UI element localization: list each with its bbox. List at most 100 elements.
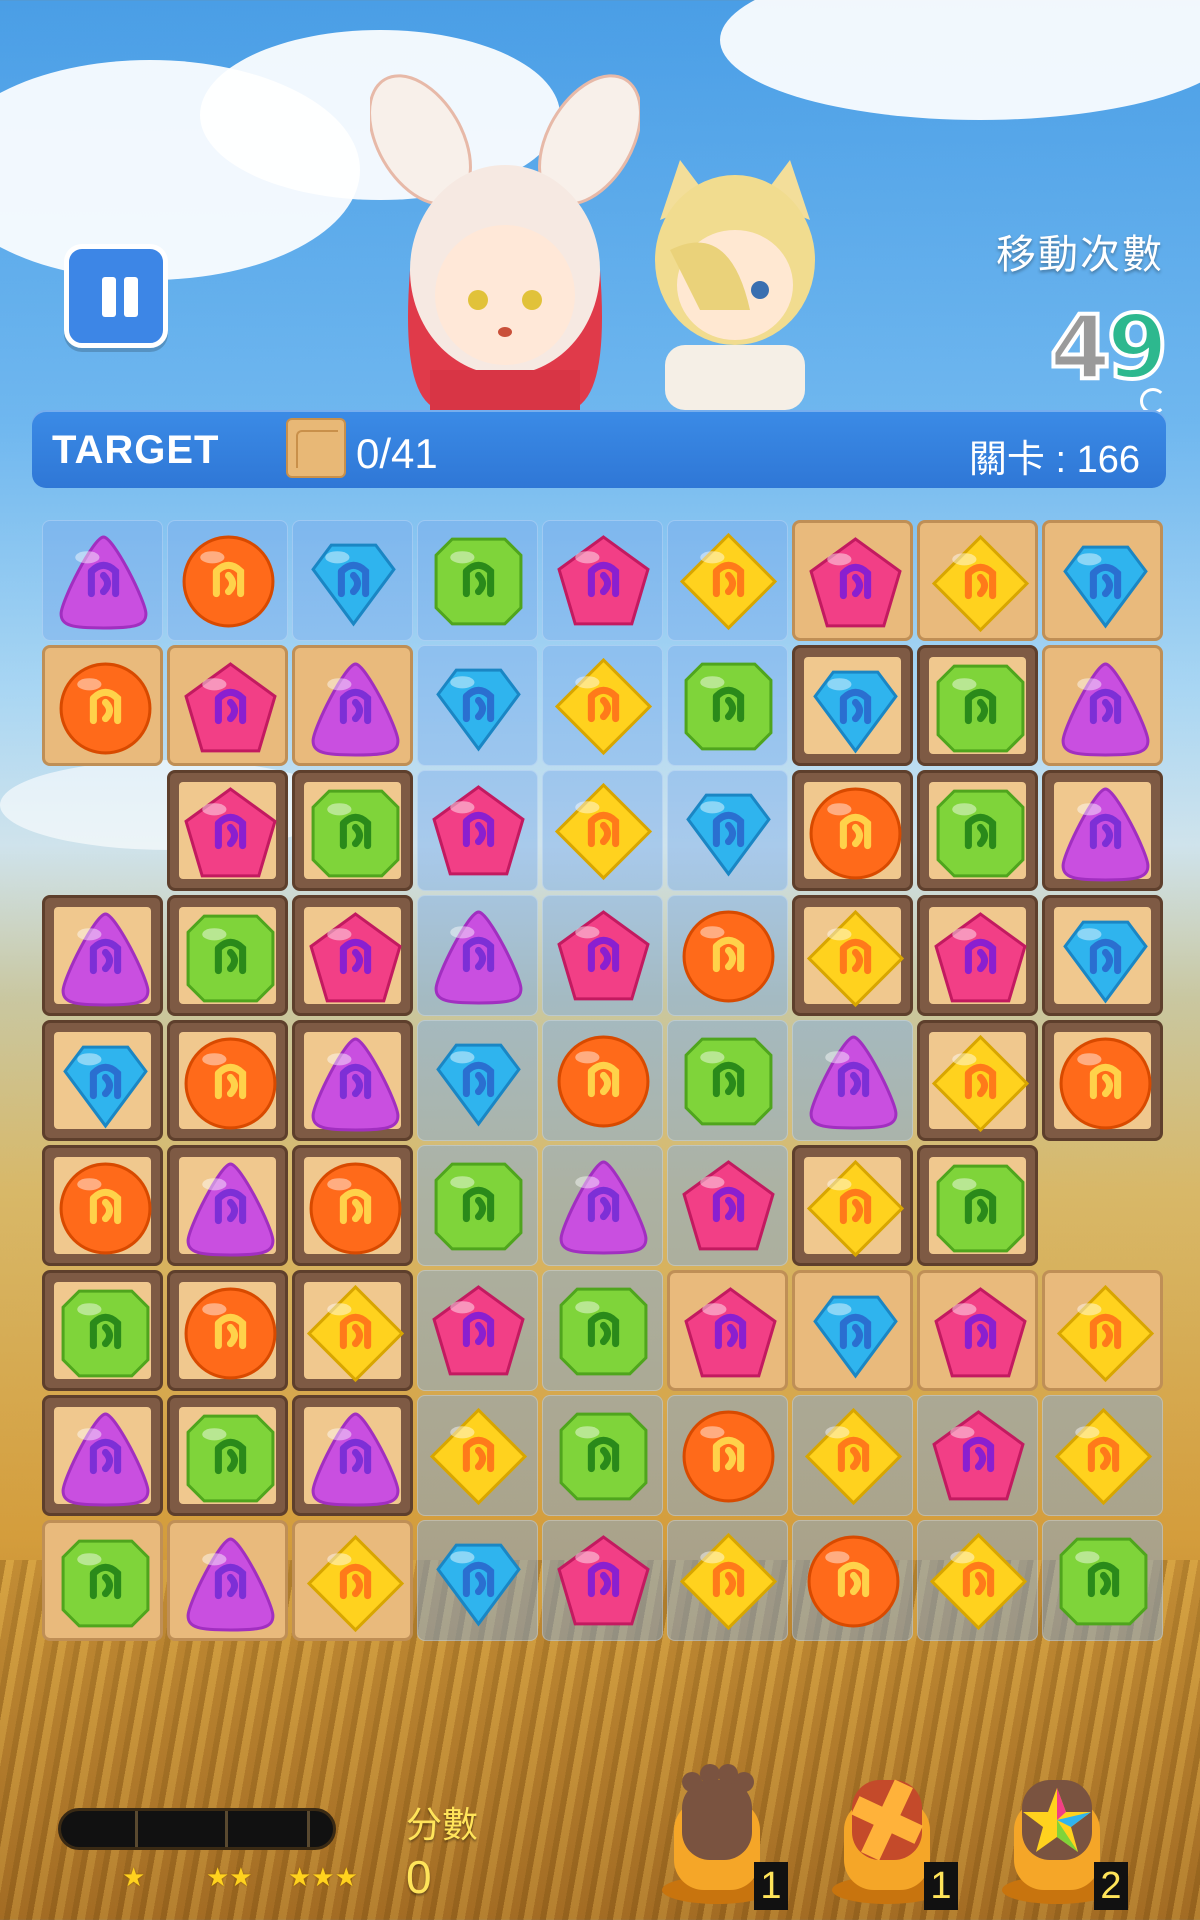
wooden-box-tile[interactable]: [292, 1270, 413, 1391]
wooden-box-tile[interactable]: [792, 895, 913, 1016]
pink-pentagon-gem[interactable]: [805, 533, 906, 634]
clear-tile[interactable]: [292, 520, 413, 641]
clear-tile[interactable]: [542, 895, 663, 1016]
rainbow-booster-button[interactable]: 2: [992, 1760, 1128, 1910]
pink-pentagon-gem[interactable]: [428, 781, 529, 882]
wooden-box-tile[interactable]: [917, 1145, 1038, 1266]
blue-diamond-gem[interactable]: [55, 1033, 156, 1134]
yellow-rhombus-gem[interactable]: [930, 1033, 1031, 1134]
purple-triangle-gem[interactable]: [1055, 658, 1156, 759]
clear-tile[interactable]: [792, 1020, 913, 1141]
clear-tile[interactable]: [542, 770, 663, 891]
dirt-tile[interactable]: [792, 1270, 913, 1391]
pink-pentagon-gem[interactable]: [553, 1531, 654, 1632]
clear-tile[interactable]: [417, 1395, 538, 1516]
dirt-tile[interactable]: [42, 1520, 163, 1641]
purple-triangle-gem[interactable]: [553, 1156, 654, 1257]
clear-tile[interactable]: [667, 1395, 788, 1516]
green-square-gem[interactable]: [553, 1281, 654, 1382]
wooden-box-tile[interactable]: [917, 645, 1038, 766]
purple-triangle-gem[interactable]: [55, 908, 156, 1009]
wooden-box-tile[interactable]: [167, 770, 288, 891]
clear-tile[interactable]: [667, 770, 788, 891]
wooden-box-tile[interactable]: [292, 770, 413, 891]
orange-round-gem[interactable]: [178, 531, 279, 632]
wooden-box-tile[interactable]: [167, 1145, 288, 1266]
clear-tile[interactable]: [542, 1020, 663, 1141]
yellow-rhombus-gem[interactable]: [678, 531, 779, 632]
pink-pentagon-gem[interactable]: [553, 531, 654, 632]
wooden-box-tile[interactable]: [792, 1145, 913, 1266]
pink-pentagon-gem[interactable]: [553, 906, 654, 1007]
yellow-rhombus-gem[interactable]: [305, 1533, 406, 1634]
dirt-tile[interactable]: [167, 1520, 288, 1641]
green-square-gem[interactable]: [428, 1156, 529, 1257]
clear-tile[interactable]: [667, 1020, 788, 1141]
dirt-tile[interactable]: [917, 520, 1038, 641]
yellow-rhombus-gem[interactable]: [803, 1406, 904, 1507]
blue-diamond-gem[interactable]: [428, 656, 529, 757]
yellow-rhombus-gem[interactable]: [1055, 1283, 1156, 1384]
yellow-rhombus-gem[interactable]: [928, 1531, 1029, 1632]
wooden-box-tile[interactable]: [1042, 895, 1163, 1016]
pink-pentagon-gem[interactable]: [428, 1281, 529, 1382]
clear-tile[interactable]: [917, 1520, 1038, 1641]
clear-tile[interactable]: [542, 1520, 663, 1641]
green-square-gem[interactable]: [180, 908, 281, 1009]
pink-pentagon-gem[interactable]: [680, 1283, 781, 1384]
purple-triangle-gem[interactable]: [180, 1533, 281, 1634]
green-square-gem[interactable]: [930, 658, 1031, 759]
orange-round-gem[interactable]: [805, 783, 906, 884]
green-square-gem[interactable]: [1053, 1531, 1154, 1632]
wooden-box-tile[interactable]: [1042, 1020, 1163, 1141]
pink-pentagon-gem[interactable]: [928, 1406, 1029, 1507]
dirt-tile[interactable]: [1042, 520, 1163, 641]
yellow-rhombus-gem[interactable]: [553, 781, 654, 882]
blue-diamond-gem[interactable]: [428, 1531, 529, 1632]
purple-triangle-gem[interactable]: [305, 1033, 406, 1134]
green-square-gem[interactable]: [305, 783, 406, 884]
clear-tile[interactable]: [917, 1395, 1038, 1516]
dirt-tile[interactable]: [167, 645, 288, 766]
clear-tile[interactable]: [667, 1520, 788, 1641]
pink-pentagon-gem[interactable]: [180, 658, 281, 759]
wooden-box-tile[interactable]: [292, 1395, 413, 1516]
clear-tile[interactable]: [417, 1270, 538, 1391]
yellow-rhombus-gem[interactable]: [678, 1531, 779, 1632]
wooden-box-tile[interactable]: [167, 1020, 288, 1141]
pink-pentagon-gem[interactable]: [305, 908, 406, 1009]
clear-tile[interactable]: [542, 1395, 663, 1516]
pause-button[interactable]: [64, 244, 168, 348]
clear-tile[interactable]: [417, 1145, 538, 1266]
wooden-box-tile[interactable]: [917, 1020, 1038, 1141]
clear-tile[interactable]: [667, 895, 788, 1016]
dirt-tile[interactable]: [1042, 645, 1163, 766]
clear-tile[interactable]: [542, 1270, 663, 1391]
clear-tile[interactable]: [792, 1520, 913, 1641]
wooden-box-tile[interactable]: [792, 770, 913, 891]
dirt-tile[interactable]: [1042, 1270, 1163, 1391]
orange-round-gem[interactable]: [55, 658, 156, 759]
wooden-box-tile[interactable]: [42, 1020, 163, 1141]
cross-booster-button[interactable]: 1: [822, 1760, 958, 1910]
green-square-gem[interactable]: [55, 1283, 156, 1384]
blue-diamond-gem[interactable]: [1055, 533, 1156, 634]
orange-round-gem[interactable]: [553, 1031, 654, 1132]
orange-round-gem[interactable]: [678, 1406, 779, 1507]
yellow-rhombus-gem[interactable]: [305, 1283, 406, 1384]
wooden-box-tile[interactable]: [792, 645, 913, 766]
wooden-box-tile[interactable]: [167, 1270, 288, 1391]
green-square-gem[interactable]: [678, 656, 779, 757]
clear-tile[interactable]: [667, 520, 788, 641]
blue-diamond-gem[interactable]: [428, 1031, 529, 1132]
purple-triangle-gem[interactable]: [1055, 783, 1156, 884]
purple-triangle-gem[interactable]: [305, 1408, 406, 1509]
wooden-box-tile[interactable]: [292, 1145, 413, 1266]
orange-round-gem[interactable]: [180, 1283, 281, 1384]
pink-pentagon-gem[interactable]: [930, 1283, 1031, 1384]
green-square-gem[interactable]: [930, 783, 1031, 884]
orange-round-gem[interactable]: [1055, 1033, 1156, 1134]
clear-tile[interactable]: [542, 1145, 663, 1266]
purple-triangle-gem[interactable]: [803, 1031, 904, 1132]
blue-diamond-gem[interactable]: [1055, 908, 1156, 1009]
